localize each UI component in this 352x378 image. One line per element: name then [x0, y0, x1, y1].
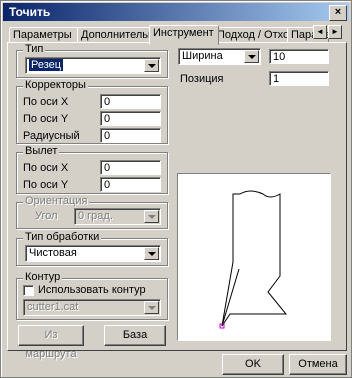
corrector-x-label: По оси X [23, 96, 69, 108]
machining-type-group: Тип обработки Чистовая [16, 231, 168, 266]
tool-type-value: Резец [29, 59, 64, 71]
type-legend: Тип [23, 43, 46, 55]
correctors-legend: Корректоры [23, 79, 88, 91]
overhang-y-input[interactable]: 0 [100, 177, 161, 192]
overhang-legend: Вылет [23, 145, 60, 157]
position-input[interactable]: 1 [269, 71, 329, 86]
overhang-x-input[interactable]: 0 [100, 160, 161, 175]
chevron-down-icon[interactable] [144, 301, 159, 314]
tab-scroll-right-icon[interactable]: ► [328, 25, 342, 39]
orientation-angle-value: 0 град. [78, 210, 113, 222]
base-button[interactable]: База [104, 325, 166, 346]
param-select[interactable]: Ширина [178, 48, 261, 65]
orientation-angle-select[interactable]: 0 град. [74, 208, 161, 225]
type-group: Тип Резец [16, 43, 168, 78]
tool-shape-drawing [219, 190, 288, 329]
chevron-down-icon[interactable] [144, 247, 159, 260]
contour-group: Контур Использовать контур cutter1.cat [16, 271, 168, 320]
contour-legend: Контур [23, 271, 63, 283]
corrector-radius-label: Радиусный [23, 130, 80, 142]
chevron-down-icon[interactable] [244, 50, 259, 63]
corrector-radius-input[interactable]: 0 [100, 128, 161, 143]
dialog-window: Точить × Параметры Дополнительные Инстру… [0, 0, 352, 378]
param-select-value: Ширина [182, 50, 223, 62]
tab-tool[interactable]: Инструмент [149, 25, 219, 45]
from-route-button[interactable]: Из маршрута [18, 325, 84, 360]
machining-type-legend: Тип обработки [23, 231, 102, 243]
overhang-group: Вылет По оси X 0 По оси Y 0 [16, 145, 168, 194]
cancel-button[interactable]: Отмена [289, 354, 347, 375]
correctors-group: Корректоры По оси X 0 По оси Y 0 Радиусн… [16, 79, 168, 144]
machining-type-select[interactable]: Чистовая [25, 245, 161, 262]
orientation-group: Ориентация Угол 0 град. [16, 195, 168, 229]
corrector-x-input[interactable]: 0 [100, 94, 161, 109]
param-value-input[interactable]: 10 [269, 49, 329, 64]
overhang-y-label: По оси Y [23, 179, 69, 191]
close-button[interactable]: × [329, 5, 347, 21]
overhang-x-label: По оси X [23, 162, 69, 174]
ok-button[interactable]: OK [222, 354, 284, 375]
tool-type-select[interactable]: Резец [25, 57, 161, 74]
chevron-down-icon[interactable] [144, 59, 159, 72]
contour-file-value: cutter1.cat [27, 301, 79, 313]
window-title: Точить [9, 5, 51, 19]
use-contour-label[interactable]: Использовать контур [38, 284, 146, 296]
use-contour-checkbox[interactable] [23, 285, 34, 296]
orientation-legend: Ориентация [23, 195, 90, 207]
orientation-angle-label: Угол [35, 210, 58, 222]
tool-preview [177, 173, 331, 341]
tab-scroll-left-icon[interactable]: ◄ [313, 25, 327, 39]
title-bar[interactable]: Точить × [3, 3, 349, 21]
contour-file-select[interactable]: cutter1.cat [23, 299, 161, 316]
corrector-y-input[interactable]: 0 [100, 111, 161, 126]
chevron-down-icon[interactable] [144, 210, 159, 223]
tab-scroll: ◄ ► [313, 25, 343, 39]
tab-panel: Тип Резец Корректоры По оси X 0 По оси Y… [7, 42, 347, 360]
machining-type-value: Чистовая [29, 247, 77, 259]
position-label: Позиция [180, 73, 224, 85]
corrector-y-label: По оси Y [23, 113, 69, 125]
